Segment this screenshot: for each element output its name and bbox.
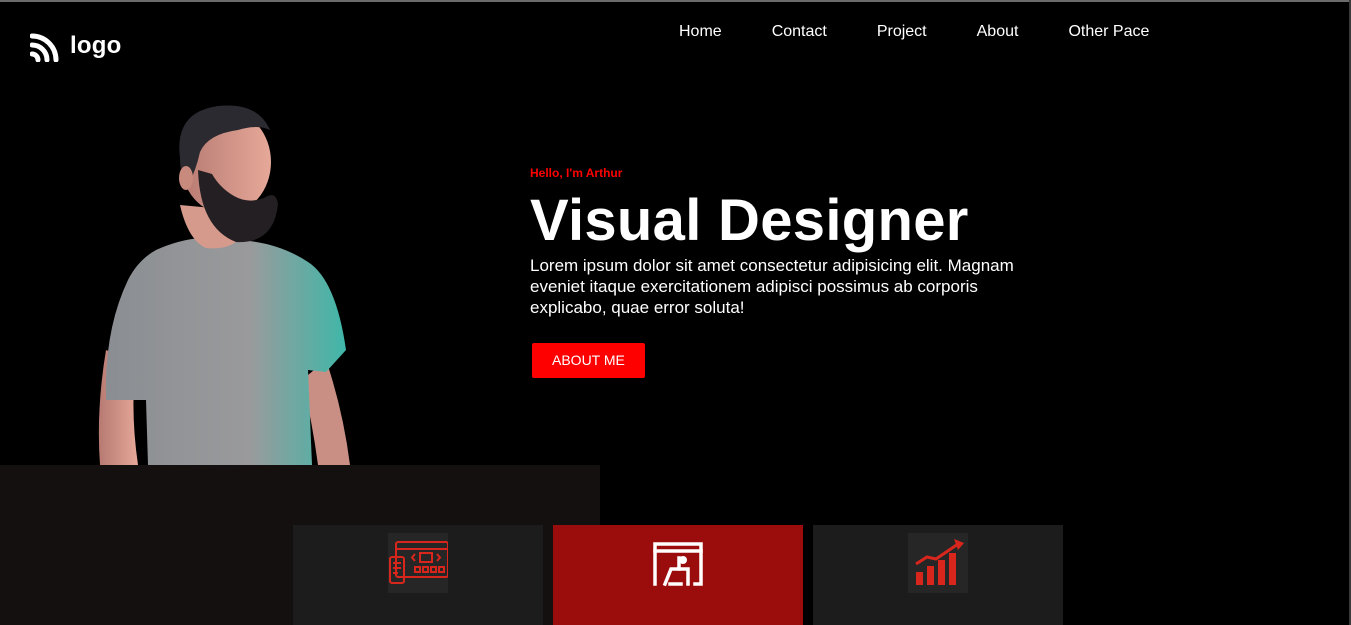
nav-home[interactable]: Home: [679, 24, 722, 40]
main-nav: Home Contact Project About Other Pace: [679, 24, 1149, 40]
service-card-presentation[interactable]: [553, 525, 803, 625]
card-icon-tile: [388, 533, 448, 593]
hero-greeting: Hello, I'm Arthur: [530, 166, 623, 180]
card-icon-tile: [648, 533, 708, 593]
brand-logo[interactable]: logo: [30, 30, 121, 62]
web-design-icon: [389, 541, 448, 584]
hero-section: Hello, I'm Arthur Visual Designer Lorem …: [530, 166, 1030, 378]
service-card-web-design[interactable]: [293, 525, 543, 625]
service-card-growth[interactable]: [813, 525, 1063, 625]
hero-portrait-image: [98, 105, 350, 465]
hero-title: Visual Designer: [530, 188, 969, 253]
presentation-icon: [653, 542, 703, 587]
card-icon-tile: [908, 533, 968, 593]
about-me-button[interactable]: ABOUT ME: [532, 343, 645, 378]
wifi-logo-icon: [30, 33, 59, 62]
hero-description: Lorem ipsum dolor sit amet consectetur a…: [530, 256, 1014, 317]
growth-chart-icon: [915, 539, 964, 585]
nav-about[interactable]: About: [977, 24, 1019, 40]
nav-contact[interactable]: Contact: [772, 24, 827, 40]
window-top-border: [0, 0, 1351, 2]
nav-project[interactable]: Project: [877, 24, 927, 40]
logo-text: logo: [70, 32, 122, 59]
nav-other-pace[interactable]: Other Pace: [1068, 24, 1149, 40]
